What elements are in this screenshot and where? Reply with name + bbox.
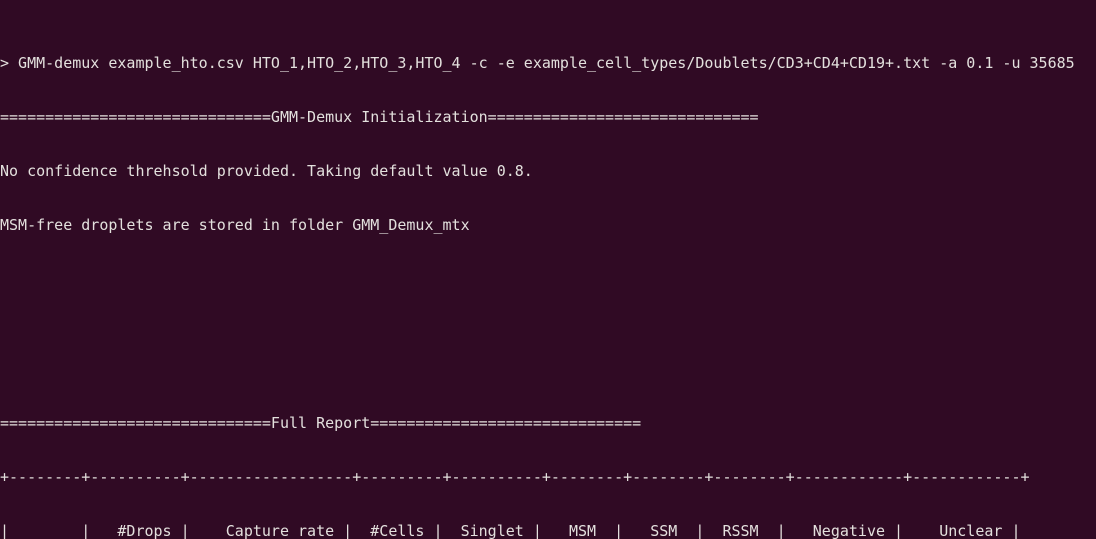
spacer-line [0,288,1075,306]
init-message-confidence: No confidence threhsold provided. Taking… [0,162,533,180]
full-report-header: ==============================Full Repor… [0,414,642,432]
init-section-header: ==============================GMM-Demux … [0,108,759,126]
command-line: > GMM-demux example_hto.csv HTO_1,HTO_2,… [0,54,1075,72]
init-message-msm-free: MSM-free droplets are stored in folder G… [0,216,470,234]
terminal-screen: > GMM-demux example_hto.csv HTO_1,HTO_2,… [0,0,1075,539]
full-report-top-border: +--------+----------+------------------+… [0,468,1030,486]
spacer-line [0,342,1075,360]
terminal-window[interactable]: > GMM-demux example_hto.csv HTO_1,HTO_2,… [0,0,1096,539]
full-report-column-headers: | | #Drops | Capture rate | #Cells | Sin… [0,522,1021,539]
